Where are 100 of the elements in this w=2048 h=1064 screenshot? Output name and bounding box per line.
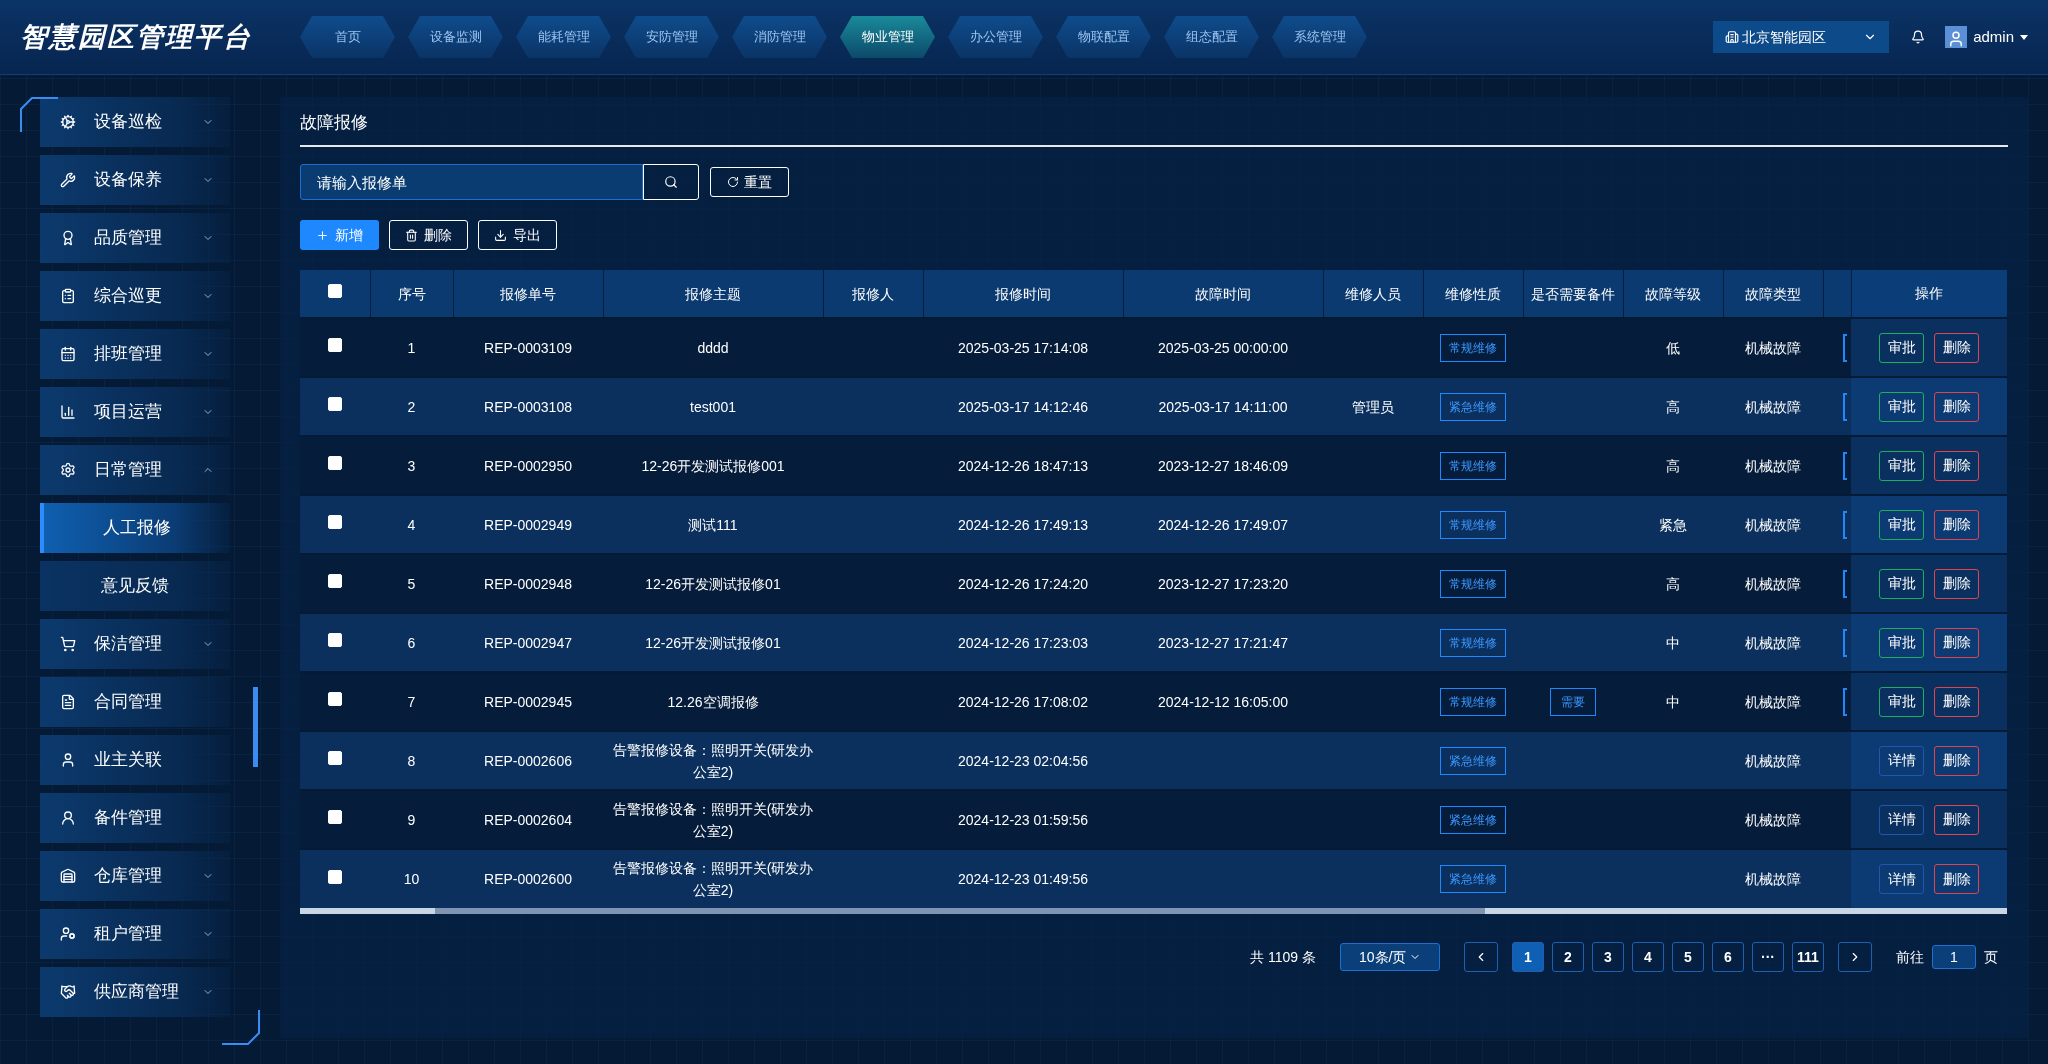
checkbox[interactable] bbox=[328, 869, 342, 884]
sidebar-item[interactable]: 备件管理 bbox=[40, 793, 230, 843]
checkbox[interactable] bbox=[328, 338, 342, 352]
sidebar-subitem[interactable]: 意见反馈 bbox=[40, 561, 230, 611]
table-row[interactable]: 6 REP-0002947 12-26开发测试报修01 2024-12-26 17:23:03 2023-12-27 17:21:47 常规维修 中 机械故障 审批 删除 bbox=[300, 613, 2007, 672]
search-field[interactable]: 请输入报修单 bbox=[300, 164, 643, 200]
delete-button[interactable]: 删除 bbox=[1934, 745, 1979, 776]
delete-button[interactable]: 删除 bbox=[1934, 864, 1979, 894]
sidebar-item[interactable]: 仓库管理 bbox=[40, 851, 230, 901]
repair-subject: 12.26空调报修 bbox=[667, 693, 759, 710]
table-row[interactable]: 7 REP-0002945 12.26空调报修 2024-12-26 17:08:02 2024-12-12 16:05:00 常规维修 需要 中 机械故障 审批 删除 bbox=[300, 672, 2007, 731]
nav-tab[interactable]: 物业管理 bbox=[840, 16, 935, 58]
delete-button[interactable]: 删除 bbox=[1934, 391, 1979, 422]
nav-tab[interactable]: 首页 bbox=[300, 16, 395, 58]
page-suffix: 页 bbox=[1984, 947, 1998, 967]
checkbox[interactable] bbox=[328, 456, 342, 470]
approve-button[interactable]: 审批 bbox=[1879, 568, 1924, 599]
table-row[interactable]: 4 REP-0002949 测试111 2024-12-26 17:49:13 2024-12-26 17:49:07 常规维修 紧急 机械故障 审批 删除 bbox=[300, 495, 2007, 554]
approve-button[interactable]: 审批 bbox=[1879, 627, 1924, 658]
details-button[interactable]: 详情 bbox=[1879, 864, 1924, 894]
nav-tab[interactable]: 安防管理 bbox=[624, 16, 719, 58]
table-row[interactable]: 3 REP-0002950 12-26开发测试报修001 2024-12-26 18:47:13 2023-12-27 18:46:09 常规维修 高 机械故障 审批 删除 bbox=[300, 436, 2007, 495]
next-page-button[interactable] bbox=[1838, 942, 1872, 972]
table-row[interactable]: 10 REP-0002600 告警报修设备：照明开关(研发办公室2) 2024-12-23 01:49:56 紧急维修 机械故障 详情 删除 bbox=[300, 849, 2007, 908]
checkbox[interactable] bbox=[328, 692, 342, 706]
sidebar-item[interactable]: 排班管理 bbox=[40, 329, 230, 379]
horizontal-scrollbar[interactable] bbox=[300, 908, 2007, 914]
nav-tab[interactable]: 设备监测 bbox=[408, 16, 503, 58]
delete-button[interactable]: 删除 bbox=[1934, 509, 1979, 540]
nav-tab[interactable]: 消防管理 bbox=[732, 16, 827, 58]
fault-level: 高 bbox=[1666, 457, 1680, 474]
approve-button[interactable]: 审批 bbox=[1879, 332, 1924, 363]
details-button[interactable]: 详情 bbox=[1879, 804, 1924, 835]
fault-level: 中 bbox=[1666, 634, 1680, 651]
trash-icon bbox=[405, 228, 418, 242]
delete-button[interactable]: 删除 bbox=[1934, 627, 1979, 658]
approve-button[interactable]: 审批 bbox=[1879, 509, 1924, 540]
sidebar-item[interactable]: 供应商管理 bbox=[40, 967, 230, 1017]
column-header: 故障时间 bbox=[1195, 285, 1251, 302]
page-button[interactable]: 4 bbox=[1632, 942, 1664, 972]
table-row[interactable]: 9 REP-0002604 告警报修设备：照明开关(研发办公室2) 2024-12-23 01:59:56 紧急维修 机械故障 详情 删除 bbox=[300, 790, 2007, 849]
checkbox[interactable] bbox=[328, 633, 342, 647]
page-button[interactable]: 5 bbox=[1672, 942, 1704, 972]
delete-button[interactable]: 删除 bbox=[1934, 332, 1979, 363]
delete-button[interactable]: 删除 bbox=[1934, 450, 1979, 481]
repair-code: REP-0002945 bbox=[484, 693, 572, 710]
table-row[interactable]: 8 REP-0002606 告警报修设备：照明开关(研发办公室2) 2024-12-23 02:04:56 紧急维修 机械故障 详情 删除 bbox=[300, 731, 2007, 790]
row-number: 7 bbox=[407, 693, 416, 710]
approve-button[interactable]: 审批 bbox=[1879, 450, 1924, 481]
sidebar-item[interactable]: 项目运营 bbox=[40, 387, 230, 437]
nav-tab[interactable]: 办公管理 bbox=[948, 16, 1043, 58]
delete-button[interactable]: 删除 bbox=[389, 220, 468, 250]
reset-button[interactable]: 重置 bbox=[710, 167, 789, 197]
table-row[interactable]: 2 REP-0003108 test001 2025-03-17 14:12:46 2025-03-17 14:11:00 管理员 紧急维修 高 机械故障 审批 删除 bbox=[300, 377, 2007, 436]
park-select[interactable]: 北京智能园区 bbox=[1713, 21, 1890, 53]
checkbox[interactable] bbox=[328, 810, 342, 824]
goto-page-field[interactable]: 1 bbox=[1932, 945, 1976, 969]
page-button[interactable]: 1 bbox=[1512, 942, 1544, 972]
panel-title: 故障报修 bbox=[300, 111, 368, 134]
checkbox[interactable] bbox=[328, 751, 342, 765]
details-button[interactable]: 详情 bbox=[1879, 745, 1924, 776]
approve-button[interactable]: 审批 bbox=[1879, 686, 1924, 717]
sidebar-item[interactable]: 合同管理 bbox=[40, 677, 230, 727]
sidebar-item[interactable]: 设备保养 bbox=[40, 155, 230, 205]
user-name[interactable]: admin bbox=[1973, 25, 2014, 49]
checkbox[interactable] bbox=[327, 284, 342, 298]
delete-button[interactable]: 删除 bbox=[1934, 568, 1979, 599]
sidebar-subitem[interactable]: 人工报修 bbox=[40, 503, 230, 553]
nav-tab[interactable]: 组态配置 bbox=[1164, 16, 1259, 58]
page-button[interactable]: 6 bbox=[1712, 942, 1744, 972]
checkbox[interactable] bbox=[328, 397, 342, 411]
page-button[interactable]: 111 bbox=[1792, 942, 1824, 972]
previous-page-button[interactable] bbox=[1464, 942, 1498, 972]
delete-button[interactable]: 删除 bbox=[1934, 804, 1979, 835]
nav-tab[interactable]: 系统管理 bbox=[1272, 16, 1367, 58]
page-button[interactable]: 3 bbox=[1592, 942, 1624, 972]
checkbox[interactable] bbox=[328, 515, 342, 529]
page-size-select[interactable]: 10条/页 bbox=[1340, 943, 1440, 971]
sidebar-item[interactable]: 综合巡更 bbox=[40, 271, 230, 321]
page-button[interactable]: 2 bbox=[1552, 942, 1584, 972]
sidebar-item[interactable]: 品质管理 bbox=[40, 213, 230, 263]
sidebar-item[interactable]: 业主关联 bbox=[40, 735, 230, 785]
table-row[interactable]: 1 REP-0003109 dddd 2025-03-25 17:14:08 2025-03-25 00:00:00 常规维修 低 机械故障 审批 删除 bbox=[300, 318, 2007, 377]
notification-icon[interactable] bbox=[1911, 30, 1926, 44]
sidebar-item[interactable]: 日常管理 bbox=[40, 445, 230, 495]
avatar[interactable] bbox=[1945, 26, 1968, 48]
delete-button[interactable]: 删除 bbox=[1934, 686, 1979, 717]
checkbox[interactable] bbox=[328, 574, 342, 588]
caret-down-icon[interactable] bbox=[2020, 34, 2028, 40]
table-row[interactable]: 5 REP-0002948 12-26开发测试报修01 2024-12-26 17:24:20 2023-12-27 17:23:20 常规维修 高 机械故障 审批 删除 bbox=[300, 554, 2007, 613]
page-button[interactable]: ··· bbox=[1752, 942, 1784, 972]
search-button[interactable] bbox=[643, 164, 699, 200]
sidebar-item[interactable]: 设备巡检 bbox=[40, 97, 230, 147]
approve-button[interactable]: 审批 bbox=[1879, 391, 1924, 422]
nav-tab[interactable]: 能耗管理 bbox=[516, 16, 611, 58]
nav-tab[interactable]: 物联配置 bbox=[1056, 16, 1151, 58]
report-time: 2024-12-26 17:23:03 bbox=[958, 634, 1088, 651]
sidebar-item[interactable]: 保洁管理 bbox=[40, 619, 230, 669]
sidebar-item[interactable]: 租户管理 bbox=[40, 909, 230, 959]
export-button[interactable]: 导出 bbox=[478, 220, 557, 250]
